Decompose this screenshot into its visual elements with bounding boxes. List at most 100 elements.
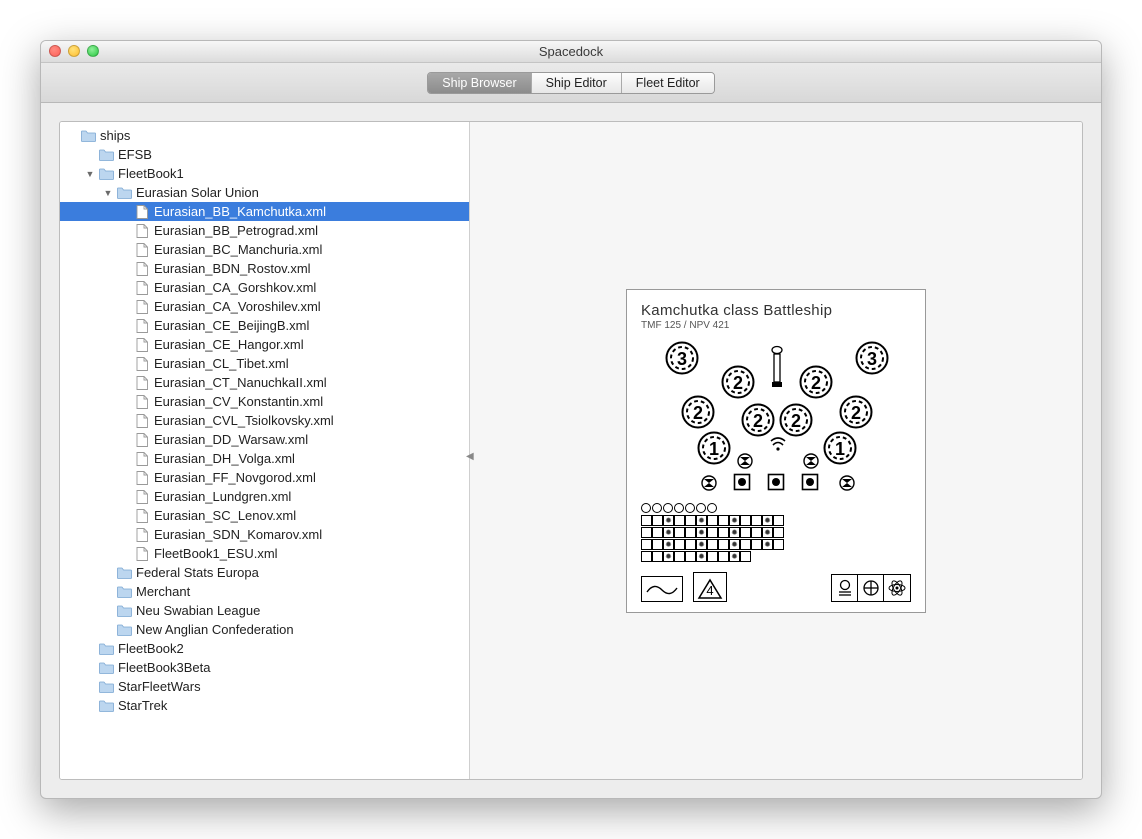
folder-icon (116, 566, 132, 580)
svg-text:3: 3 (867, 349, 877, 369)
disclosure-triangle-icon[interactable]: ▼ (84, 168, 96, 180)
system-icon-1 (832, 575, 858, 601)
file-icon (134, 300, 150, 314)
folder-icon (116, 585, 132, 599)
screen-icon (733, 473, 751, 494)
tree-folder[interactable]: EFSB (60, 145, 469, 164)
weapon-battery-icon: 3 (855, 341, 889, 375)
tree-item-label: Eurasian_DH_Volga.xml (154, 451, 295, 466)
system-icon-2 (858, 575, 884, 601)
tree-item-label: Eurasian_SDN_Komarov.xml (154, 527, 322, 542)
tree-folder[interactable]: Merchant (60, 582, 469, 601)
tree-file[interactable]: Eurasian_BB_Petrograd.xml (60, 221, 469, 240)
close-icon[interactable] (49, 45, 61, 57)
tree-file[interactable]: Eurasian_CVL_Tsiolkovsky.xml (60, 411, 469, 430)
tree-folder[interactable]: ▼ FleetBook1 (60, 164, 469, 183)
folder-icon (116, 623, 132, 637)
file-icon (134, 395, 150, 409)
folder-icon (98, 642, 114, 656)
ship-footer-row: 4 (641, 572, 911, 602)
splitter-handle-icon[interactable]: ◀ (466, 451, 474, 462)
svg-text:2: 2 (851, 403, 861, 423)
tree-file[interactable]: Eurasian_BB_Kamchutka.xml (60, 202, 469, 221)
tree-file[interactable]: Eurasian_CV_Konstantin.xml (60, 392, 469, 411)
tree-item-label: FleetBook2 (118, 641, 184, 656)
tree-file[interactable]: Eurasian_CT_NanuchkaII.xml (60, 373, 469, 392)
tree-item-label: StarTrek (118, 698, 167, 713)
tree-file[interactable]: Eurasian_CL_Tibet.xml (60, 354, 469, 373)
thrust-rating-icon: 4 (693, 572, 727, 602)
weapon-battery-icon: 3 (665, 341, 699, 375)
tree-file[interactable]: Eurasian_CA_Voroshilev.xml (60, 297, 469, 316)
folder-icon (98, 661, 114, 675)
tab-fleet-editor[interactable]: Fleet Editor (622, 73, 714, 93)
zoom-icon[interactable] (87, 45, 99, 57)
folder-icon (98, 699, 114, 713)
hull-row (641, 539, 911, 550)
minimize-icon[interactable] (68, 45, 80, 57)
tree-item-label: ships (100, 128, 130, 143)
tree-item-label: FleetBook1 (118, 166, 184, 181)
svg-text:2: 2 (733, 373, 743, 393)
folder-icon (98, 680, 114, 694)
tree-folder[interactable]: Neu Swabian League (60, 601, 469, 620)
tree-item-label: Eurasian_CV_Konstantin.xml (154, 394, 323, 409)
tree-folder[interactable]: ships (60, 126, 469, 145)
weapon-battery-icon: 2 (779, 403, 813, 437)
tree-file[interactable]: Eurasian_BDN_Rostov.xml (60, 259, 469, 278)
tab-ship-browser[interactable]: Ship Browser (428, 73, 531, 93)
tree-item-label: Eurasian_DD_Warsaw.xml (154, 432, 308, 447)
tree-item-label: Merchant (136, 584, 190, 599)
window-title: Spacedock (539, 44, 603, 59)
tree-item-label: EFSB (118, 147, 152, 162)
tree-item-label: Eurasian_CL_Tibet.xml (154, 356, 289, 371)
tree-file[interactable]: Eurasian_FF_Novgorod.xml (60, 468, 469, 487)
tree-file[interactable]: Eurasian_CA_Gorshkov.xml (60, 278, 469, 297)
tree-folder[interactable]: StarTrek (60, 696, 469, 715)
pds-icon (839, 475, 855, 494)
tree-folder[interactable]: Federal Stats Europa (60, 563, 469, 582)
tree-folder[interactable]: FleetBook2 (60, 639, 469, 658)
tree-file[interactable]: Eurasian_CE_Hangor.xml (60, 335, 469, 354)
tree-item-label: Eurasian_CA_Voroshilev.xml (154, 299, 321, 314)
folder-icon (116, 604, 132, 618)
titlebar[interactable]: Spacedock (41, 41, 1101, 63)
armor-row (641, 503, 911, 513)
screen-icon (801, 473, 819, 494)
tree-file[interactable]: FleetBook1_ESU.xml (60, 544, 469, 563)
tree-file[interactable]: Eurasian_Lundgren.xml (60, 487, 469, 506)
file-icon (134, 471, 150, 485)
file-icon (134, 547, 150, 561)
firecon-icon (769, 437, 787, 454)
pds-icon (737, 453, 753, 472)
file-icon (134, 414, 150, 428)
hull-row (641, 527, 911, 538)
tree-item-label: Eurasian_FF_Novgorod.xml (154, 470, 316, 485)
file-tree[interactable]: ships EFSB ▼ FleetBook1 ▼Eurasian Solar Unio… (60, 126, 469, 715)
disclosure-triangle-icon[interactable]: ▼ (102, 187, 114, 199)
tree-file[interactable]: Eurasian_BC_Manchuria.xml (60, 240, 469, 259)
tree-item-label: New Anglian Confederation (136, 622, 294, 637)
tree-item-label: Federal Stats Europa (136, 565, 259, 580)
file-icon (134, 205, 150, 219)
tree-folder[interactable]: FleetBook3Beta (60, 658, 469, 677)
file-icon (134, 490, 150, 504)
file-tree-pane[interactable]: ships EFSB ▼ FleetBook1 ▼Eurasian Solar Unio… (60, 122, 470, 779)
tree-folder[interactable]: New Anglian Confederation (60, 620, 469, 639)
tree-folder[interactable]: ▼Eurasian Solar Union (60, 183, 469, 202)
tree-file[interactable]: Eurasian_DH_Volga.xml (60, 449, 469, 468)
file-icon (134, 243, 150, 257)
tree-file[interactable]: Eurasian_CE_BeijingB.xml (60, 316, 469, 335)
view-segmented-control: Ship Browser Ship Editor Fleet Editor (427, 72, 714, 94)
weapon-battery-icon: 2 (681, 395, 715, 429)
tree-file[interactable]: Eurasian_DD_Warsaw.xml (60, 430, 469, 449)
file-icon (134, 338, 150, 352)
svg-text:1: 1 (709, 439, 719, 459)
tree-item-label: Eurasian_BB_Kamchutka.xml (154, 204, 326, 219)
tab-ship-editor[interactable]: Ship Editor (532, 73, 622, 93)
weapon-battery-icon: 2 (799, 365, 833, 399)
tree-file[interactable]: Eurasian_SC_Lenov.xml (60, 506, 469, 525)
preview-pane: ◀ Kamchutka class Battleship TMF 125 / N… (470, 122, 1082, 779)
tree-folder[interactable]: StarFleetWars (60, 677, 469, 696)
tree-file[interactable]: Eurasian_SDN_Komarov.xml (60, 525, 469, 544)
